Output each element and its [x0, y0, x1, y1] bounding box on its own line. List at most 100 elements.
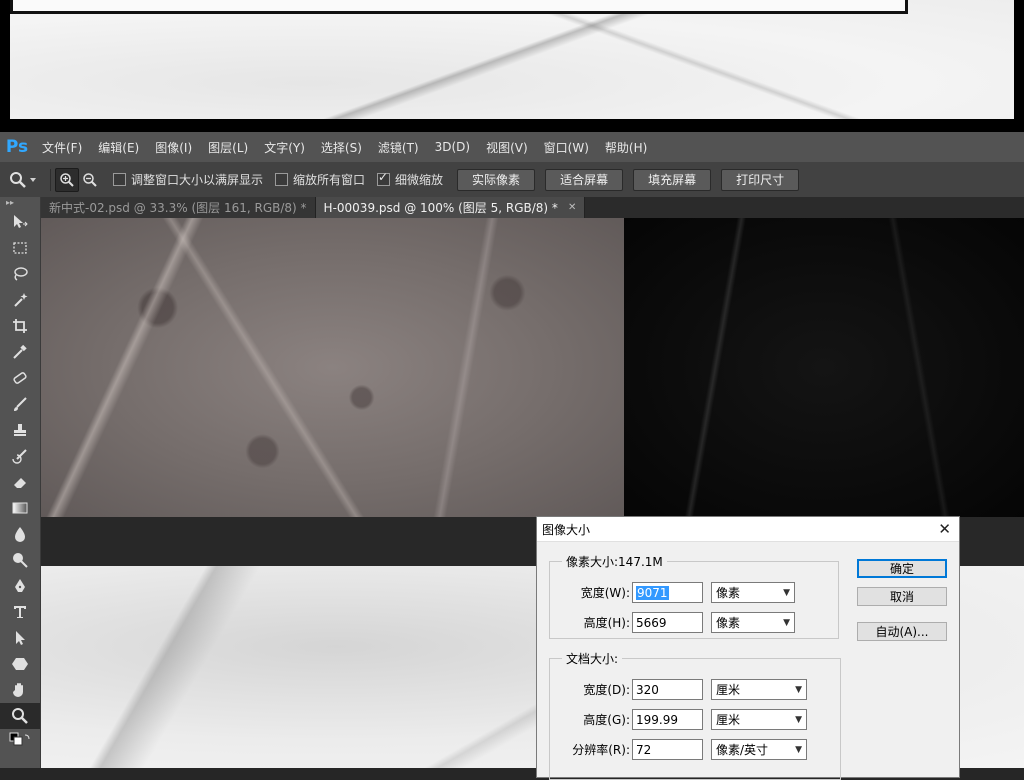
menu-filter[interactable]: 滤镜(T) — [370, 139, 427, 156]
gradient-tool[interactable] — [0, 495, 40, 521]
menu-layer[interactable]: 图层(L) — [200, 139, 256, 156]
eraser-tool[interactable] — [0, 469, 40, 495]
resolution-label: 分辨率(R): — [572, 743, 630, 757]
stone-texture-image — [41, 218, 624, 517]
divider — [50, 168, 51, 191]
fit-screen-button[interactable]: 适合屏幕 — [545, 168, 624, 191]
zoom-out-button[interactable] — [79, 169, 101, 191]
tool-preset-picker[interactable] — [0, 171, 46, 189]
doc-height-unit-select[interactable]: 厘米 ▼ — [711, 709, 807, 730]
pen-icon — [15, 579, 25, 592]
clone-stamp-tool[interactable] — [0, 417, 40, 443]
hand-icon — [13, 683, 23, 697]
menu-edit[interactable]: 编辑(E) — [90, 139, 147, 156]
fit-window-option[interactable]: 调整窗口大小以满屏显示 — [113, 171, 263, 188]
fit-window-label: 调整窗口大小以满屏显示 — [131, 173, 264, 187]
options-bar: 调整窗口大小以满屏显示 缩放所有窗口 细微缩放 实际像素 适合屏幕 填充屏幕 打… — [0, 162, 1024, 198]
doc-height-row: 高度(G): 199.99 厘米 ▼ — [550, 709, 807, 730]
dodge-tool[interactable] — [0, 547, 40, 573]
menu-3d[interactable]: 3D(D) — [427, 140, 478, 154]
resolution-unit-select[interactable]: 像素/英寸 ▼ — [711, 739, 807, 760]
image-size-dialog: 图像大小 ✕ 像素大小:147.1M 宽度(W): 9071 像素 ▼ 高度(H)… — [536, 516, 960, 780]
menu-file[interactable]: 文件(F) — [34, 139, 90, 156]
eyedropper-icon — [13, 344, 27, 359]
menu-select[interactable]: 选择(S) — [313, 139, 370, 156]
zoom-tool-icon — [10, 171, 26, 188]
doc-width-input[interactable]: 320 — [632, 679, 703, 700]
shape-tool[interactable] — [0, 651, 40, 677]
menu-image[interactable]: 图像(I) — [147, 139, 200, 156]
chevron-down-icon: ▼ — [783, 587, 790, 598]
zoom-tool[interactable] — [0, 703, 40, 729]
actual-pixels-button[interactable]: 实际像素 — [457, 168, 536, 191]
stamp-icon — [14, 424, 26, 436]
zoom-all-option[interactable]: 缩放所有窗口 — [275, 171, 365, 188]
resolution-input[interactable]: 72 — [632, 739, 703, 760]
path-selection-tool[interactable] — [0, 625, 40, 651]
auto-button[interactable]: 自动(A)... — [857, 622, 947, 641]
doc-height-input[interactable]: 199.99 — [632, 709, 703, 730]
hand-tool[interactable] — [0, 677, 40, 703]
cancel-button[interactable]: 取消 — [857, 587, 947, 606]
height-unit-select[interactable]: 像素 ▼ — [711, 612, 795, 633]
move-icon — [14, 215, 28, 228]
crop-tool[interactable] — [0, 313, 40, 339]
healing-brush-tool[interactable] — [0, 365, 40, 391]
scrubby-zoom-option[interactable]: 细微缩放 — [377, 170, 444, 188]
tab-document-1[interactable]: 新中式-02.psd @ 33.3% (图层 161, RGB/8) * — [41, 197, 316, 218]
chevron-down-icon: ▼ — [795, 744, 802, 755]
menubar: Ps 文件(F) 编辑(E) 图像(I) 图层(L) 文字(Y) 选择(S) 滤… — [0, 132, 1024, 162]
document-size-group: 文档大小: 宽度(D): 320 厘米 ▼ 高度(G): 199.99 厘米 ▼ 分… — [549, 650, 841, 780]
panel-grip-icon[interactable]: ▸▸ — [0, 197, 40, 209]
color-swatches[interactable] — [0, 729, 40, 749]
width-input[interactable]: 9071 — [632, 582, 703, 603]
lasso-tool[interactable] — [0, 261, 40, 287]
doc-width-row: 宽度(D): 320 厘米 ▼ — [550, 679, 807, 700]
ok-button[interactable]: 确定 — [857, 559, 947, 578]
menu-window[interactable]: 窗口(W) — [536, 139, 597, 156]
tab-document-2[interactable]: H-00039.psd @ 100% (图层 5, RGB/8) * ✕ — [315, 197, 586, 218]
close-icon[interactable]: ✕ — [938, 520, 951, 538]
magic-wand-icon — [14, 293, 28, 307]
scrubby-zoom-checkbox[interactable] — [377, 170, 391, 186]
history-brush-tool[interactable] — [0, 443, 40, 469]
eyedropper-tool[interactable] — [0, 339, 40, 365]
menu-type[interactable]: 文字(Y) — [256, 139, 313, 156]
height-row: 高度(H): 5669 像素 ▼ — [550, 612, 795, 633]
doc-width-unit-select[interactable]: 厘米 ▼ — [711, 679, 807, 700]
zoom-out-icon — [83, 172, 97, 187]
gradient-icon — [12, 502, 28, 514]
move-tool[interactable] — [0, 209, 40, 235]
pen-tool[interactable] — [0, 573, 40, 599]
menu-view[interactable]: 视图(V) — [478, 139, 536, 156]
width-unit-select[interactable]: 像素 ▼ — [711, 582, 795, 603]
close-icon[interactable]: ✕ — [568, 202, 576, 213]
dialog-titlebar: 图像大小 — [537, 517, 959, 542]
magic-wand-tool[interactable] — [0, 287, 40, 313]
type-tool[interactable] — [0, 599, 40, 625]
zoom-all-label: 缩放所有窗口 — [293, 173, 366, 187]
zoom-in-button[interactable] — [55, 167, 79, 192]
lasso-icon — [14, 267, 28, 281]
print-size-button[interactable]: 打印尺寸 — [721, 168, 800, 191]
dialog-title: 图像大小 — [542, 522, 591, 537]
hexagon-icon — [12, 658, 28, 670]
chevron-down-icon: ▼ — [783, 617, 790, 628]
fill-screen-button[interactable]: 填充屏幕 — [633, 168, 712, 191]
width-label: 宽度(W): — [580, 586, 630, 600]
brush-tool[interactable] — [0, 391, 40, 417]
chevron-down-icon — [30, 177, 36, 182]
marquee-tool[interactable] — [0, 235, 40, 261]
drop-icon — [15, 527, 25, 542]
fit-window-checkbox[interactable] — [113, 173, 126, 186]
blur-tool[interactable] — [0, 521, 40, 547]
document-size-legend: 文档大小: — [562, 650, 623, 667]
pixel-dimensions-legend: 像素大小:147.1M — [562, 553, 667, 570]
zoom-all-checkbox[interactable] — [275, 173, 289, 186]
top-banner-image — [0, 0, 1024, 132]
type-icon — [14, 606, 26, 618]
height-input[interactable]: 5669 — [632, 612, 703, 633]
scrubby-zoom-label: 细微缩放 — [395, 173, 444, 187]
arrow-pointer-icon — [16, 631, 25, 645]
menu-help[interactable]: 帮助(H) — [597, 139, 655, 156]
